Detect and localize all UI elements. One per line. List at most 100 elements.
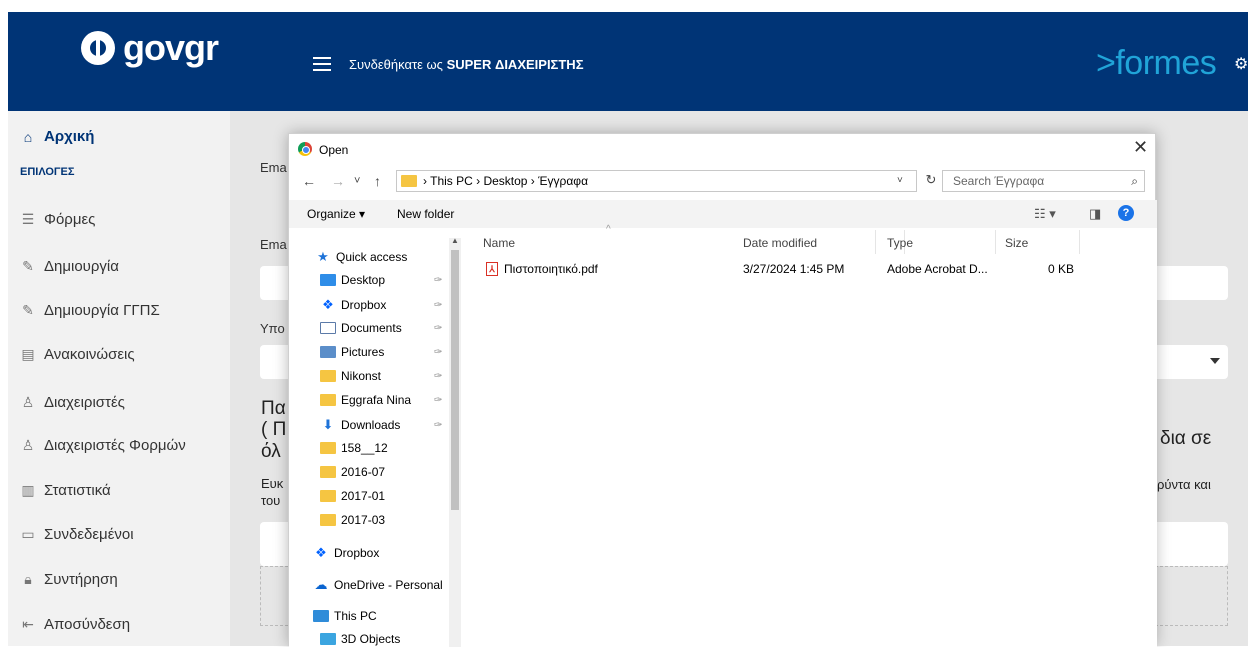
sidebar-item-maintenance[interactable]: 🔒︎ Συντήρηση — [20, 571, 117, 588]
sidebar-item-logout[interactable]: ⇤ Αποσύνδεση — [20, 616, 130, 633]
folder-icon — [320, 442, 336, 454]
refresh-icon[interactable]: ↻ — [921, 172, 941, 192]
hamburger-menu-icon[interactable] — [313, 57, 331, 71]
scroll-up-icon[interactable]: ▲ — [451, 236, 459, 245]
nav-item-folder-2016-07[interactable]: 2016-07 — [320, 465, 385, 479]
column-header-size[interactable]: Size — [1005, 236, 1028, 250]
recent-locations-icon[interactable]: ˅ — [354, 175, 360, 187]
app-header: govgr Συνδεθήκατε ως SUPER ΔΙΑΧΕΙΡΙΣΤΗΣ … — [8, 12, 1248, 111]
address-bar[interactable]: › This PC › Desktop › Έγγραφα ˅ — [396, 170, 917, 192]
pin-icon[interactable]: ✑ — [434, 347, 442, 358]
sidebar: ⌂ Αρχική ΕΠΙΛΟΓΕΣ ☰ Φόρμες ✎ Δημιουργία … — [8, 111, 230, 646]
sidebar-item-form-admins[interactable]: ♙ Διαχειριστές Φορμών — [20, 437, 186, 454]
sidebar-item-create[interactable]: ✎ Δημιουργία — [20, 258, 119, 275]
file-type: Adobe Acrobat D... — [887, 262, 988, 276]
documents-icon — [320, 322, 336, 334]
nav-item-folder-2017-01[interactable]: 2017-01 — [320, 489, 385, 503]
scrollbar-thumb[interactable] — [451, 250, 459, 510]
nav-item-nikonst[interactable]: Nikonst ✑ — [320, 369, 442, 383]
downloads-icon: ⬇ — [322, 417, 334, 432]
nav-item-documents[interactable]: Documents ✑ — [320, 321, 442, 335]
dropbox-icon: ❖ — [322, 297, 334, 312]
nav-item-quick-access[interactable]: ★ Quick access — [315, 249, 407, 265]
nav-item-eggrafa-nina[interactable]: Eggrafa Nina ✑ — [320, 393, 442, 407]
sidebar-item-label: Συνδεδεμένοι — [44, 526, 134, 543]
sidebar-item-create-ggps[interactable]: ✎ Δημιουργία ΓΓΠΣ — [20, 302, 160, 319]
chevron-down-icon[interactable] — [1210, 358, 1220, 364]
sidebar-item-label: Αρχική — [44, 128, 95, 145]
home-icon: ⌂ — [23, 128, 33, 145]
search-icon[interactable]: ⌕ — [1131, 174, 1138, 189]
pin-icon[interactable]: ✑ — [434, 420, 442, 431]
folder-icon — [320, 394, 336, 406]
file-row[interactable]: ⅄ Πιστοποιητικό.pdf 3/27/2024 1:45 PM Ad… — [463, 260, 1157, 278]
nav-item-3d-objects[interactable]: 3D Objects — [320, 632, 400, 646]
open-file-dialog: Open ✕ ← → ˅ ↑ › This PC › Desktop › Έγγ… — [288, 133, 1157, 647]
gear-icon[interactable]: ⚙ — [1234, 54, 1248, 74]
govgr-logo[interactable]: govgr — [81, 30, 219, 66]
file-size: 0 KB — [1048, 262, 1075, 276]
pin-icon[interactable]: ✑ — [434, 323, 442, 334]
up-arrow-icon[interactable]: ↑ — [374, 173, 381, 189]
pin-icon[interactable]: ✑ — [434, 300, 442, 311]
nav-item-downloads[interactable]: ⬇ Downloads ✑ — [320, 417, 443, 433]
user-icon: ♙ — [21, 394, 35, 410]
nav-item-dropbox[interactable]: ❖ Dropbox ✑ — [320, 297, 442, 313]
nav-item-dropbox-root[interactable]: ❖ Dropbox — [313, 545, 379, 561]
pdf-file-icon: ⅄ — [486, 262, 498, 276]
pin-icon[interactable]: ✑ — [434, 395, 442, 406]
formes-logo[interactable]: >formes — [1096, 44, 1217, 83]
column-header-name[interactable]: Name — [483, 236, 515, 250]
sidebar-item-forms[interactable]: ☰ Φόρμες — [20, 211, 96, 228]
dropbox-icon: ❖ — [315, 545, 327, 560]
forward-arrow-icon[interactable]: → — [331, 173, 345, 189]
sidebar-section-title: ΕΠΙΛΟΓΕΣ — [20, 166, 75, 178]
star-icon: ★ — [317, 249, 329, 264]
file-date: 3/27/2024 1:45 PM — [743, 262, 845, 276]
file-list: ^ Name Date modified Type Size ⅄ Πιστοπο… — [463, 224, 1157, 647]
back-arrow-icon[interactable]: ← — [302, 173, 316, 189]
dialog-title: Open — [319, 143, 349, 157]
help-text-1: Ευκ — [261, 476, 284, 491]
nav-item-desktop[interactable]: Desktop ✑ — [320, 273, 442, 287]
column-divider[interactable] — [875, 230, 876, 254]
sidebar-item-statistics[interactable]: ▥ Στατιστικά — [20, 482, 110, 499]
folder-icon — [401, 175, 417, 187]
sidebar-item-announcements[interactable]: ▤ Ανακοινώσεις — [20, 346, 134, 363]
sidebar-item-home[interactable]: ⌂ Αρχική — [20, 128, 95, 145]
submitter-label: Υπο — [260, 321, 285, 336]
dialog-toolbar: Organize ▾ New folder ☷ ▾ ◨ ? — [289, 200, 1157, 228]
preview-pane-icon[interactable]: ◨ — [1089, 206, 1101, 222]
section-heading-1: Πα — [261, 398, 286, 419]
column-header-type[interactable]: Type — [887, 236, 913, 250]
new-folder-button[interactable]: New folder — [397, 207, 454, 221]
organize-button[interactable]: Organize ▾ — [307, 207, 365, 221]
sidebar-item-label: Δημιουργία — [44, 258, 119, 275]
sidebar-item-connected[interactable]: ▭ Συνδεδεμένοι — [20, 526, 134, 543]
column-divider[interactable] — [995, 230, 996, 254]
pin-icon[interactable]: ✑ — [434, 275, 442, 286]
nav-scrollbar[interactable]: ▲ — [449, 236, 461, 647]
address-dropdown-icon[interactable]: ˅ — [897, 175, 903, 186]
close-icon[interactable]: ✕ — [1133, 137, 1148, 158]
sort-ascending-icon: ^ — [606, 224, 611, 235]
lock-icon: 🔒︎ — [24, 571, 32, 587]
nav-item-pictures[interactable]: Pictures ✑ — [320, 345, 442, 359]
help-text-right: ρύντα και — [1157, 477, 1211, 492]
column-header-date[interactable]: Date modified — [743, 236, 817, 250]
help-icon[interactable]: ? — [1118, 205, 1134, 221]
nav-item-folder-158-12[interactable]: 158__12 — [320, 441, 388, 455]
sidebar-item-label: Διαχειριστές — [44, 394, 125, 411]
nav-item-this-pc[interactable]: This PC — [313, 609, 377, 623]
chart-icon: ▥ — [21, 482, 35, 498]
view-options-icon[interactable]: ☷ ▾ — [1034, 206, 1056, 222]
pin-icon[interactable]: ✑ — [434, 371, 442, 382]
column-divider[interactable] — [1079, 230, 1080, 254]
navigation-bar: ← → ˅ ↑ › This PC › Desktop › Έγγραφα ˅ … — [289, 168, 1157, 196]
nav-item-onedrive[interactable]: ☁ OneDrive - Personal — [313, 577, 443, 593]
nav-item-folder-2017-03[interactable]: 2017-03 — [320, 513, 385, 527]
computer-icon — [313, 610, 329, 622]
search-input[interactable]: Search Έγγραφα ⌕ — [942, 170, 1145, 192]
sidebar-item-admins[interactable]: ♙ Διαχειριστές — [20, 394, 125, 411]
search-placeholder: Search Έγγραφα — [953, 174, 1045, 188]
